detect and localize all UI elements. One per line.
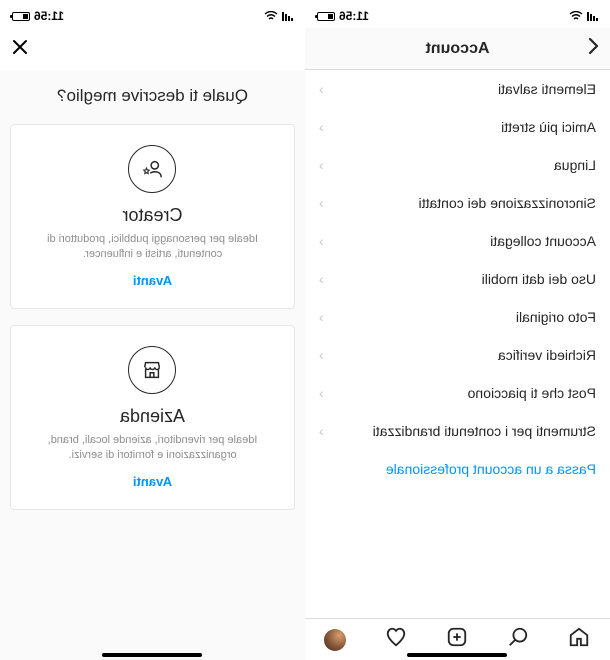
- nav-activity-icon[interactable]: [386, 626, 408, 653]
- phone-account-settings: 11:56 Account Elementi salvati › Amici p…: [305, 0, 610, 660]
- chevron-right-icon: ›: [319, 157, 324, 173]
- nav-profile-icon[interactable]: [325, 629, 347, 651]
- back-icon[interactable]: [586, 36, 600, 62]
- selection-title: Quale ti descrive meglio?: [10, 86, 295, 106]
- option-next-link[interactable]: Avanti: [29, 273, 276, 288]
- chevron-right-icon: ›: [319, 385, 324, 401]
- cellular-signal-icon: [282, 12, 293, 21]
- settings-label: Passa a un account professionale: [386, 461, 596, 477]
- chevron-right-icon: ›: [319, 81, 324, 97]
- settings-item-saved[interactable]: Elementi salvati ›: [305, 70, 610, 108]
- nav-search-icon[interactable]: [508, 626, 530, 653]
- switch-to-professional-link[interactable]: Passa a un account professionale: [305, 450, 610, 488]
- settings-item-mobile-data[interactable]: Uso dei dati mobili ›: [305, 260, 610, 298]
- home-indicator: [103, 653, 203, 657]
- storefront-icon: [129, 346, 177, 394]
- close-icon[interactable]: [10, 37, 30, 62]
- option-card-creator[interactable]: Creator Ideale per personaggi pubblici, …: [10, 124, 295, 309]
- settings-label: Post che ti piacciono: [468, 385, 596, 401]
- option-desc: Ideale per rivenditori, aziende locali, …: [29, 433, 276, 464]
- battery-icon: [12, 12, 30, 21]
- status-time: 11:56: [339, 9, 369, 23]
- wifi-icon: [569, 11, 583, 21]
- chevron-right-icon: ›: [319, 309, 324, 325]
- screen-header: Account: [305, 28, 610, 70]
- nav-add-icon[interactable]: [447, 626, 469, 653]
- settings-label: Elementi salvati: [498, 81, 596, 97]
- home-indicator: [408, 653, 508, 657]
- status-time: 11:56: [34, 9, 64, 23]
- status-right: 11:56: [12, 9, 64, 23]
- chevron-right-icon: ›: [319, 195, 324, 211]
- chevron-right-icon: ›: [319, 233, 324, 249]
- chevron-right-icon: ›: [319, 423, 324, 439]
- settings-item-language[interactable]: Lingua ›: [305, 146, 610, 184]
- wifi-icon: [264, 11, 278, 21]
- chevron-right-icon: ›: [319, 271, 324, 287]
- cellular-signal-icon: [587, 12, 598, 21]
- settings-item-liked-posts[interactable]: Post che ti piacciono ›: [305, 374, 610, 412]
- settings-label: Foto originali: [516, 309, 596, 325]
- option-desc: Ideale per personaggi pubblici, produtto…: [29, 232, 276, 263]
- settings-label: Account collegati: [490, 233, 596, 249]
- settings-item-contacts-sync[interactable]: Sincronizzazione dei contatti ›: [305, 184, 610, 222]
- screen-header: [0, 28, 305, 70]
- status-right: 11:56: [317, 9, 369, 23]
- settings-item-request-verification[interactable]: Richiedi verifica ›: [305, 336, 610, 374]
- header-title: Account: [305, 40, 610, 58]
- option-name: Creator: [29, 205, 276, 226]
- settings-item-close-friends[interactable]: Amici più stretti ›: [305, 108, 610, 146]
- option-name: Azienda: [29, 406, 276, 427]
- person-star-icon: [129, 145, 177, 193]
- settings-label: Strumenti per i contenuti brandizzati: [373, 423, 596, 439]
- settings-item-original-photos[interactable]: Foto originali ›: [305, 298, 610, 336]
- nav-home-icon[interactable]: [569, 626, 591, 653]
- chevron-right-icon: ›: [319, 347, 324, 363]
- settings-label: Uso dei dati mobili: [482, 271, 596, 287]
- avatar: [325, 629, 347, 651]
- status-left: [569, 11, 598, 21]
- phone-account-type-selection: 11:56 Quale ti descrive meglio? Creator …: [0, 0, 305, 660]
- option-next-link[interactable]: Avanti: [29, 474, 276, 489]
- settings-list: Elementi salvati › Amici più stretti › L…: [305, 70, 610, 618]
- settings-label: Amici più stretti: [501, 119, 596, 135]
- battery-icon: [317, 12, 335, 21]
- option-card-business[interactable]: Azienda Ideale per rivenditori, aziende …: [10, 325, 295, 510]
- settings-label: Sincronizzazione dei contatti: [419, 195, 596, 211]
- status-bar: 11:56: [0, 0, 305, 28]
- status-bar: 11:56: [305, 0, 610, 28]
- status-left: [264, 11, 293, 21]
- settings-item-linked-accounts[interactable]: Account collegati ›: [305, 222, 610, 260]
- selection-body: Quale ti descrive meglio? Creator Ideale…: [0, 70, 305, 660]
- settings-label: Lingua: [554, 157, 596, 173]
- chevron-right-icon: ›: [319, 119, 324, 135]
- settings-label: Richiedi verifica: [498, 347, 596, 363]
- settings-item-branded-tools[interactable]: Strumenti per i contenuti brandizzati ›: [305, 412, 610, 450]
